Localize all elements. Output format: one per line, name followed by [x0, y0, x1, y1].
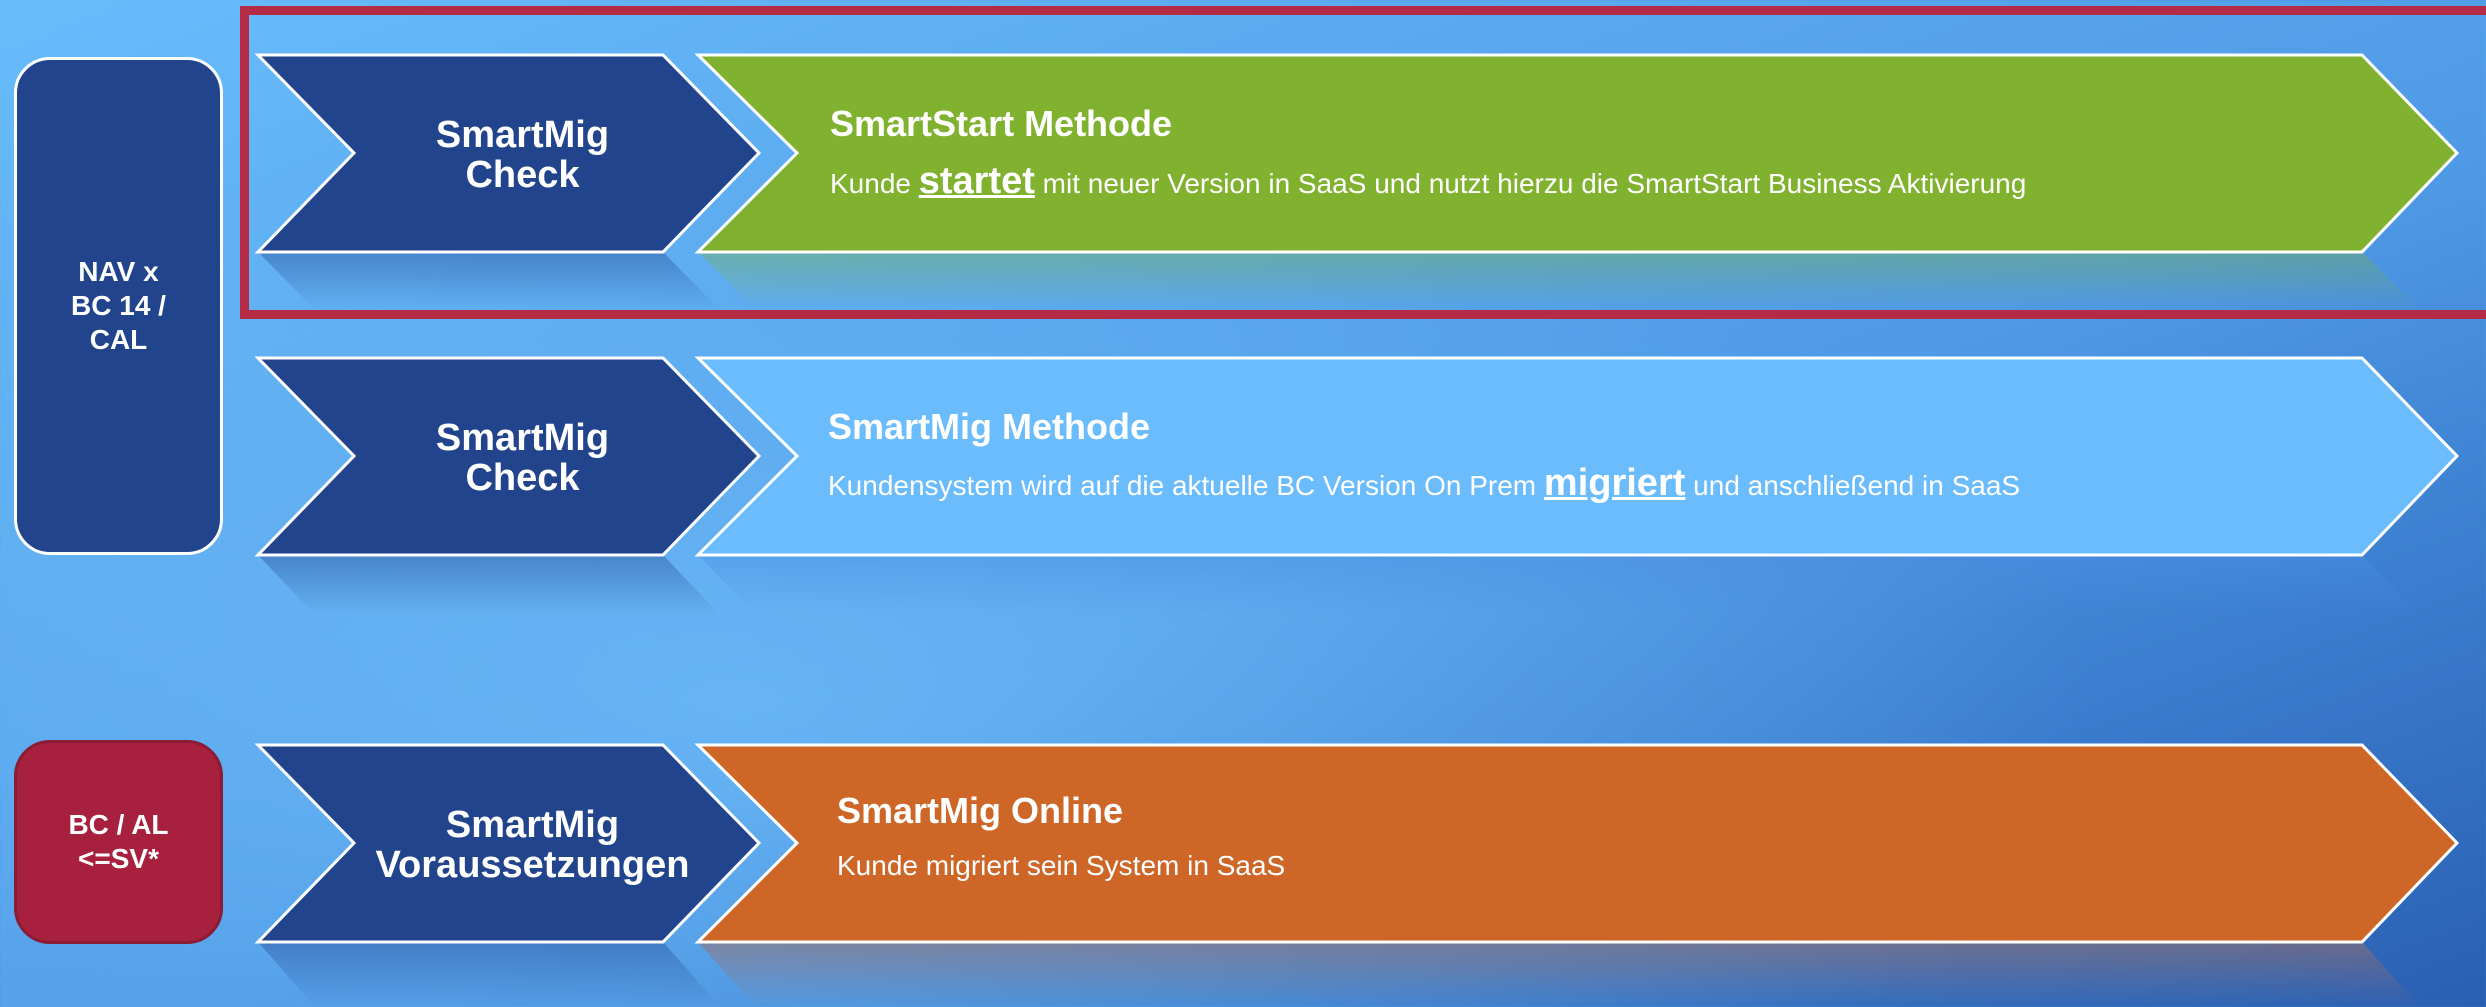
row-3-description: Kunde migriert sein System in SaaS	[837, 850, 1285, 882]
row-1-desc-keyword: startet	[918, 160, 1035, 202]
row-1-title: SmartStart Methode	[830, 103, 1173, 144]
row-2-description: Kundensystem wird auf die aktuelle BC Ve…	[828, 462, 2020, 505]
row-1-desc-before: Kunde	[830, 168, 919, 199]
row-2-reflection-check	[258, 555, 720, 615]
row-1-check-label: SmartMig Check	[435, 114, 610, 196]
row-3-reflection-check	[258, 942, 720, 1007]
row-2-desc-keyword: migriert	[1543, 462, 1686, 504]
row-2-title: SmartMig Methode	[828, 406, 1151, 447]
row-2-desc-after: und anschließend in SaaS	[1685, 470, 2021, 501]
row-1-description: Kunde startet mit neuer Version in SaaS …	[830, 160, 2026, 203]
row-3-check-label: SmartMig Voraussetzungen	[375, 804, 690, 886]
row-3-long-arrow	[694, 743, 2460, 944]
row-2-reflection-long	[698, 555, 2420, 615]
row-2-check-label: SmartMig Check	[435, 417, 610, 499]
row-1-desc-after: mit neuer Version in SaaS und nutzt hier…	[1034, 168, 2027, 199]
row-3-title: SmartMig Online	[837, 790, 1124, 831]
row-2-long-arrow	[694, 356, 2460, 557]
row-2-desc-before: Kundensystem wird auf die aktuelle BC Ve…	[828, 470, 1544, 501]
row-3-reflection-long	[698, 942, 2420, 1007]
row-3-desc-before: Kunde migriert sein System in SaaS	[837, 850, 1286, 881]
